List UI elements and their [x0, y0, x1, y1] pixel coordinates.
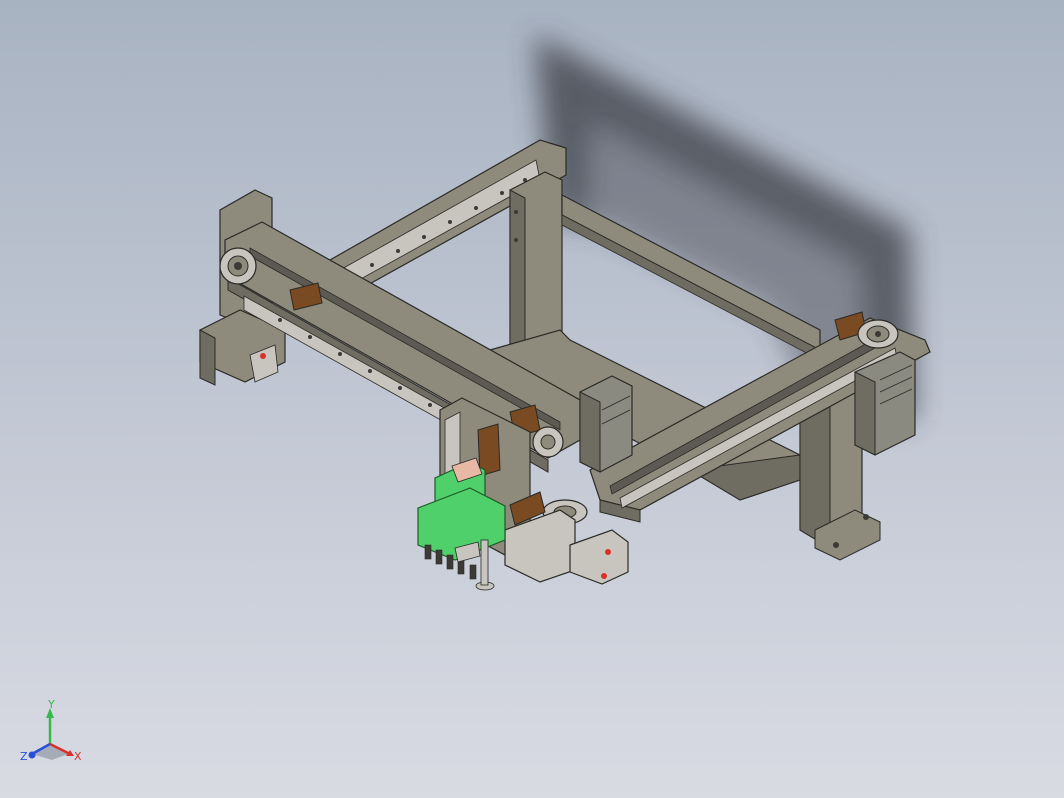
gantry-assembly-model[interactable]	[0, 0, 1064, 798]
right-foot-bracket	[569, 529, 629, 585]
x-axis-label: X	[74, 750, 82, 763]
coordinate-triad: Y X Z	[20, 700, 82, 763]
z-axis-label: Z	[20, 750, 28, 763]
right-belt-pulley	[857, 319, 899, 349]
right-stepper-motor	[854, 351, 916, 456]
y-axis-label: Y	[47, 700, 55, 711]
model-viewport[interactable]: Y X Z	[0, 0, 1064, 798]
left-belt-pulley	[219, 247, 257, 285]
center-stepper-motor	[579, 375, 633, 473]
